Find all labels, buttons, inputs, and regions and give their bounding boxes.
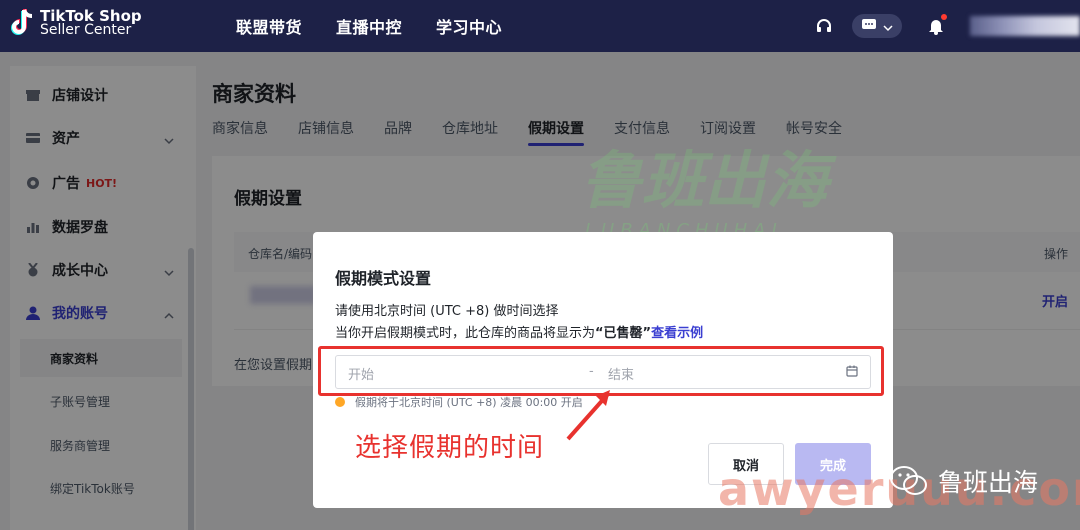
- tiktok-logo-icon: [10, 8, 34, 38]
- logo-title: TikTok Shop: [40, 7, 142, 25]
- tiktok-shop-logo[interactable]: TikTok Shop Seller Center: [10, 8, 142, 38]
- brand-badge: 鲁班出海: [890, 463, 1038, 499]
- message-dropdown[interactable]: [852, 14, 902, 38]
- nav-live-control[interactable]: 直播中控: [336, 14, 402, 38]
- start-time-hint-text: 假期将于北京时间 (UTC +8) 凌晨 00:00 开启: [355, 396, 583, 409]
- start-time-hint: 假期将于北京时间 (UTC +8) 凌晨 00:00 开启: [335, 394, 583, 410]
- brand-name: 鲁班出海: [938, 468, 1039, 497]
- wechat-icon: [890, 465, 928, 497]
- annotation-text: 选择假期的时间: [355, 433, 545, 463]
- account-avatar-blurred[interactable]: [970, 16, 1080, 36]
- soldout-notice-text: 当你开启假期模式时，此仓库的商品将显示为: [335, 326, 596, 341]
- nav-affiliate[interactable]: 联盟带货: [236, 14, 302, 38]
- bell-icon[interactable]: [928, 14, 947, 35]
- logo-subtitle: Seller Center: [40, 22, 132, 38]
- soldout-status: “已售罄”: [595, 326, 652, 341]
- headset-icon[interactable]: [816, 18, 832, 34]
- view-example-link[interactable]: 查看示例: [651, 326, 703, 341]
- message-icon: [861, 17, 877, 36]
- modal-title: 假期模式设置: [335, 269, 432, 288]
- main-nav: 联盟带货 直播中控 学习中心: [236, 14, 502, 38]
- top-navbar: TikTok Shop Seller Center 联盟带货 直播中控 学习中心: [0, 0, 1080, 52]
- info-dot-icon: [335, 397, 345, 407]
- timezone-instruction: 请使用北京时间 (UTC +8) 做时间选择: [335, 304, 559, 319]
- notification-dot: [941, 14, 947, 20]
- annotation-arrow-icon: [566, 390, 610, 441]
- nav-learning-center[interactable]: 学习中心: [436, 14, 502, 38]
- soldout-notice: 当你开启假期模式时，此仓库的商品将显示为“已售罄”查看示例: [335, 322, 703, 341]
- chevron-down-icon: [883, 17, 893, 36]
